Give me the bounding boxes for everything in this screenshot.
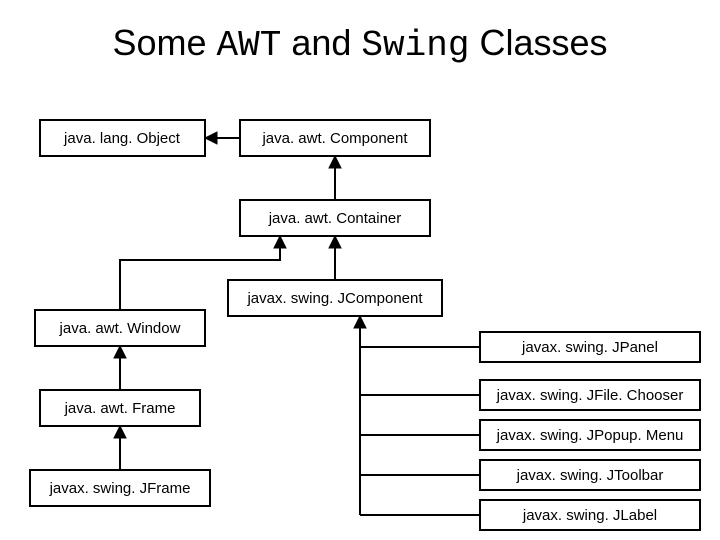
class-box-jfilechooser: javax. swing. JFile. Chooser <box>480 380 700 410</box>
edge-frame-window <box>114 346 126 390</box>
class-box-container: java. awt. Container <box>240 200 430 236</box>
class-label: javax. swing. JComponent <box>246 290 423 307</box>
class-label: javax. swing. JPanel <box>521 339 658 356</box>
edge-jcomponent-container <box>329 236 341 280</box>
class-label: java. awt. Container <box>268 210 402 227</box>
edge-container-component <box>329 156 341 200</box>
class-diagram: java. lang. Object java. awt. Component … <box>0 0 720 540</box>
class-box-object: java. lang. Object <box>40 120 205 156</box>
class-label: java. awt. Window <box>59 320 181 337</box>
class-box-jpanel: javax. swing. JPanel <box>480 332 700 362</box>
class-label: java. lang. Object <box>63 130 181 147</box>
class-box-window: java. awt. Window <box>35 310 205 346</box>
class-label: javax. swing. JToolbar <box>516 467 664 484</box>
edge-bus-jcomponent <box>354 316 480 515</box>
class-label: javax. swing. JFrame <box>49 480 191 497</box>
class-box-jcomponent: javax. swing. JComponent <box>228 280 442 316</box>
class-label: javax. swing. JFile. Chooser <box>496 387 684 404</box>
edge-jframe-frame <box>114 426 126 470</box>
edge-component-object <box>205 132 240 144</box>
class-box-jtoolbar: javax. swing. JToolbar <box>480 460 700 490</box>
class-label: javax. swing. JPopup. Menu <box>496 427 684 444</box>
class-box-jlabel: javax. swing. JLabel <box>480 500 700 530</box>
class-box-jframe: javax. swing. JFrame <box>30 470 210 506</box>
class-label: java. awt. Frame <box>64 400 176 417</box>
class-label: java. awt. Component <box>261 130 408 147</box>
class-box-jpopupmenu: javax. swing. JPopup. Menu <box>480 420 700 450</box>
class-label: javax. swing. JLabel <box>522 507 657 524</box>
class-box-frame: java. awt. Frame <box>40 390 200 426</box>
class-box-component: java. awt. Component <box>240 120 430 156</box>
